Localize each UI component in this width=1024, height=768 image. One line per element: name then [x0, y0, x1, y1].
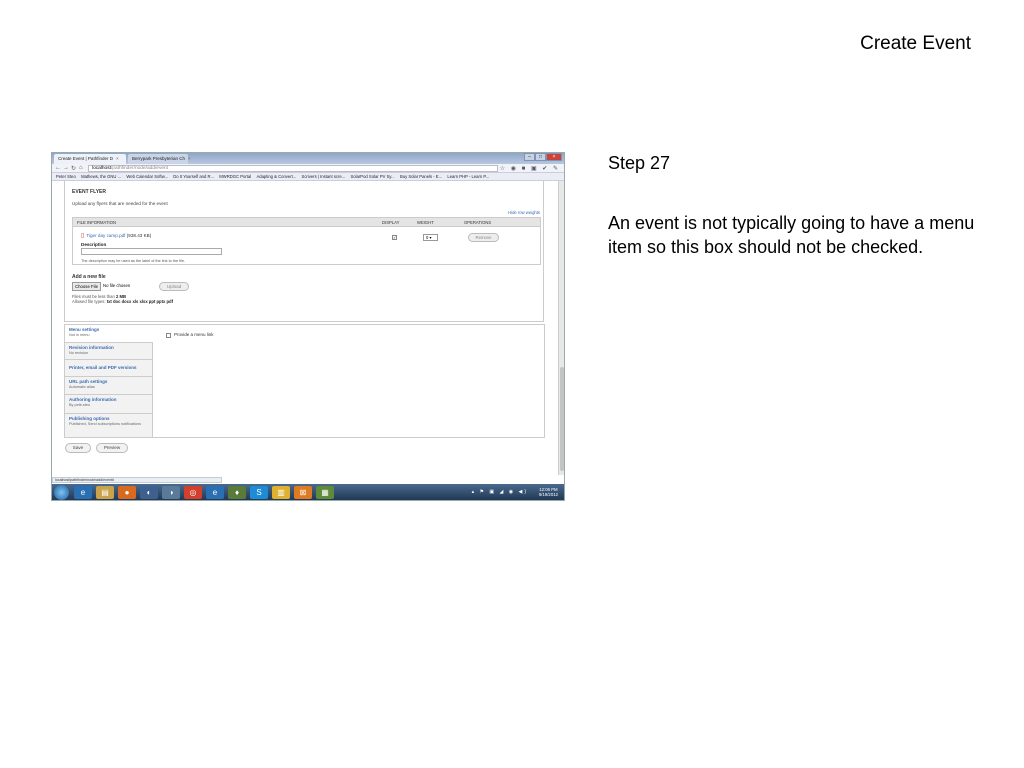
event-flyer-description: Upload any flyers that are needed for th…: [72, 201, 168, 206]
url-path: /pathfinder/node/add/event: [110, 166, 169, 171]
browser-tab-berrypark[interactable]: Berrypark Presbyterian Ch ×: [128, 154, 191, 164]
forward-icon[interactable]: →: [63, 165, 69, 171]
description-help: The description may be used as the label…: [81, 259, 186, 263]
back-icon[interactable]: ←: [55, 165, 61, 171]
folder-icon[interactable]: ▤: [96, 486, 114, 499]
event-flyer-fieldset: EVENT FLYER Upload any flyers that are n…: [64, 181, 544, 322]
upload-button[interactable]: Upload: [159, 282, 189, 291]
preview-button[interactable]: Preview: [96, 443, 128, 453]
ie-icon[interactable]: e: [206, 486, 224, 499]
url-host: localhost: [92, 166, 111, 171]
add-new-file-label: Add a new file: [72, 274, 106, 280]
vtab-publishing-options[interactable]: Publishing options Published, Send subsc…: [65, 414, 153, 437]
vtab-url-path-settings[interactable]: URL path settings Automatic alias: [65, 377, 153, 395]
bookmark-item[interactable]: Adapting & Convert...: [256, 173, 296, 180]
bookmark-item[interactable]: Web Calendar Softw...: [126, 173, 168, 180]
vtab-revision-information[interactable]: Revision information No revision: [65, 343, 153, 360]
ie-icon[interactable]: e: [74, 486, 92, 499]
bookmarks-bar: Peter Steo Mathews, the GNU ... Web Cale…: [52, 173, 564, 181]
xampp-icon[interactable]: ⊠: [294, 486, 312, 499]
bookmark-item[interactable]: SolarPod Solar PV Sy...: [351, 173, 395, 180]
close-window-button[interactable]: ×: [546, 153, 562, 161]
minimize-button[interactable]: –: [524, 153, 535, 161]
close-icon[interactable]: ×: [116, 156, 119, 161]
windows-taskbar: e ▤ ● ◐ ◑ ◎ e ♦ S ▥ ⊠ ▦ ▴ ⚑ ▣ ◢ ◉ ◀) 12:…: [52, 484, 564, 500]
provide-menu-link-checkbox[interactable]: [166, 333, 171, 338]
taskbar-clock[interactable]: 12:06 PM 9/19/2012: [539, 487, 558, 497]
page-scrollbar[interactable]: [558, 181, 564, 475]
chrome-icon[interactable]: ◎: [184, 486, 202, 499]
bookmark-item[interactable]: Scrivers | Instant scre...: [302, 173, 346, 180]
firefox-icon[interactable]: ●: [118, 486, 136, 499]
event-flyer-heading: EVENT FLYER: [72, 189, 106, 195]
bookmark-item[interactable]: Mathews, the GNU ...: [81, 173, 121, 180]
scroll-thumb[interactable]: [560, 367, 564, 471]
choose-file-button[interactable]: Choose File: [72, 282, 101, 291]
maximize-button[interactable]: □: [535, 153, 546, 161]
folder-icon[interactable]: ▥: [272, 486, 290, 499]
provide-menu-link-label[interactable]: Provide a menu link: [174, 332, 214, 337]
vtab-authoring-information[interactable]: Authoring information By pete.steo: [65, 395, 153, 414]
slide-title: Create Event: [860, 33, 971, 54]
column-header: OPERATIONS: [464, 220, 492, 225]
file-table: FILE INFORMATION DISPLAY WEIGHT OPERATIO…: [72, 217, 541, 265]
system-tray[interactable]: ▴ ⚑ ▣ ◢ ◉ ◀): [472, 489, 528, 495]
browser-screenshot: Create Event | Pathfinder D × Berrypark P…: [51, 152, 565, 501]
display-checkbox[interactable]: ✓: [392, 235, 397, 240]
skype-icon[interactable]: S: [250, 486, 268, 499]
vtab-printer-email-pdf[interactable]: Printer, email and PDF versions: [65, 360, 153, 377]
remove-button[interactable]: Remove: [468, 233, 499, 242]
bookmark-item[interactable]: Do It Yourself and R...: [173, 173, 214, 180]
status-bar: localhost/pathfinder/node/add/event#: [52, 477, 222, 483]
app-icon[interactable]: ♦: [228, 486, 246, 499]
file-size: (938.43 KB): [126, 233, 152, 238]
app-icon[interactable]: ◐: [140, 486, 158, 499]
page-content: EVENT FLYER Upload any flyers that are n…: [52, 181, 558, 481]
file-table-header: FILE INFORMATION DISPLAY WEIGHT OPERATIO…: [73, 218, 540, 227]
app-icon[interactable]: ▦: [316, 486, 334, 499]
vertical-tabs: Menu settings Not in menu Revision infor…: [64, 324, 545, 438]
extension-icons[interactable]: ☆ ◉ ■ ▣ ✔ ✎: [500, 165, 560, 172]
window-controls: – □ ×: [524, 153, 562, 161]
vertical-tab-list: Menu settings Not in menu Revision infor…: [65, 325, 153, 437]
app-icon[interactable]: ◑: [162, 486, 180, 499]
browser-tab-bar: Create Event | Pathfinder D × Berrypark P…: [52, 153, 564, 164]
step-number: Step 27: [608, 153, 671, 173]
types-note: Allowed file types: txt doc docx xls xls…: [72, 299, 173, 304]
vtab-menu-settings[interactable]: Menu settings Not in menu: [65, 325, 153, 343]
bookmark-item[interactable]: Peter Steo: [56, 173, 76, 180]
bookmark-item[interactable]: MWRDGC Portal: [219, 173, 251, 180]
no-file-text: No file chosen: [103, 283, 131, 288]
url-input[interactable]: localhost/pathfinder/node/add/event: [88, 165, 498, 172]
start-button[interactable]: [54, 485, 69, 500]
bookmark-item[interactable]: Buy Solar Panels - E...: [400, 173, 442, 180]
hide-row-weights-link[interactable]: Hide row weights: [508, 210, 540, 215]
column-header: DISPLAY: [382, 220, 400, 225]
tab-label: Berrypark Presbyterian Ch: [132, 156, 186, 161]
pdf-icon: ▯: [81, 233, 85, 239]
bookmark-item[interactable]: Learn PHP - Learn P...: [447, 173, 489, 180]
file-link[interactable]: ▯ Tiger day camp.pdf (938.43 KB): [81, 232, 151, 239]
description-label: Description: [81, 242, 107, 247]
weight-select[interactable]: 0 ▾: [423, 234, 438, 241]
instruction-text: An event is not typically going to have …: [608, 213, 975, 257]
address-bar-row: ← → ↻ ⌂ localhost/pathfinder/node/add/ev…: [52, 164, 564, 173]
browser-tab-create-event[interactable]: Create Event | Pathfinder D ×: [54, 154, 126, 164]
column-header: FILE INFORMATION: [77, 220, 117, 225]
save-button[interactable]: Save: [65, 443, 91, 453]
home-icon[interactable]: ⌂: [79, 165, 83, 171]
description-input[interactable]: [81, 248, 222, 255]
reload-icon[interactable]: ↻: [71, 165, 76, 172]
column-header: WEIGHT: [417, 220, 434, 225]
tab-label: Create Event | Pathfinder D: [58, 156, 113, 161]
close-icon[interactable]: ×: [188, 156, 191, 161]
